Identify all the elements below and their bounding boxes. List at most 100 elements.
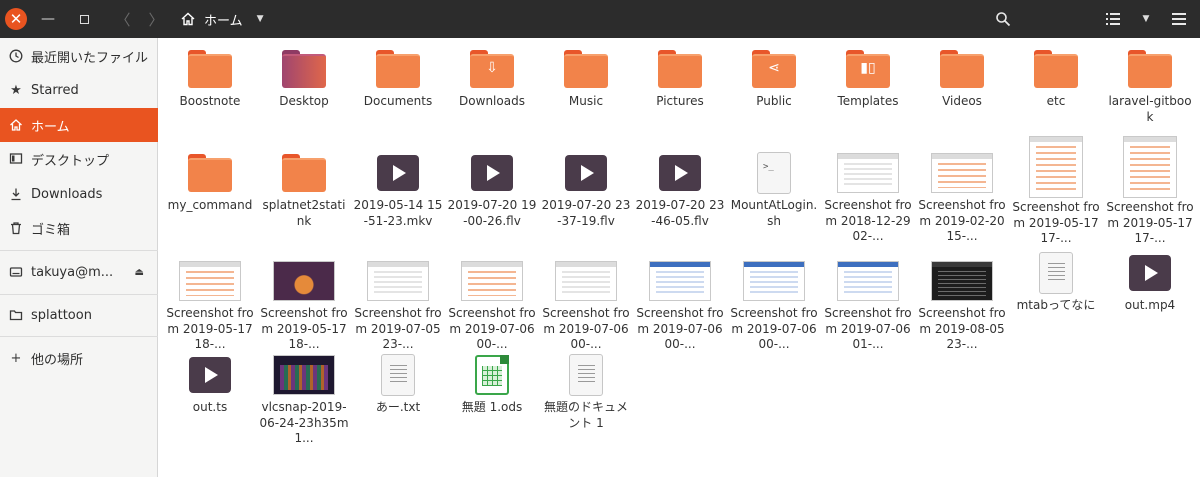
image-thumbnail-icon [273, 355, 335, 395]
file-item-document[interactable]: あー.txt [351, 346, 445, 416]
file-name: Screenshot from 2019-08-05 23-... [918, 306, 1006, 351]
file-item-screenshot[interactable]: Screenshot from 2019-07-06 00-... [633, 252, 727, 353]
close-button[interactable]: ✕ [5, 8, 27, 30]
maximize-button[interactable] [72, 0, 96, 38]
image-thumbnail-icon [367, 261, 429, 301]
hamburger-icon [1172, 13, 1186, 25]
file-item-desktop[interactable]: Desktop [257, 40, 351, 110]
file-name: Desktop [279, 94, 329, 108]
file-item-screenshot[interactable]: Screenshot from 2019-07-06 00-... [445, 252, 539, 353]
sidebar-item-label: 他の場所 [31, 352, 84, 368]
file-item-screenshot[interactable]: Screenshot from 2018-12-29 02-... [821, 144, 915, 245]
file-item-script[interactable]: >_ MountAtLogin.sh [727, 144, 821, 229]
folder-icon [188, 50, 232, 88]
location-button[interactable]: ホーム ▼ [180, 7, 264, 31]
image-thumbnail-icon [555, 261, 617, 301]
file-item-video[interactable]: 2019-07-20 19-00-26.flv [445, 144, 539, 229]
file-item-documents[interactable]: Documents [351, 40, 445, 110]
file-item-splatnet2statink[interactable]: splatnet2statink [257, 144, 351, 229]
sidebar-item-label: Starred [31, 82, 79, 98]
file-item-screenshot[interactable]: Screenshot from 2019-05-17 17-... [1103, 130, 1197, 247]
header-bar: ✕ — 〈 〉 ホーム ▼ ▼ [0, 0, 1200, 38]
image-thumbnail-icon [931, 153, 993, 193]
file-item-screenshot[interactable]: Screenshot from 2019-05-17 17-... [1009, 130, 1103, 247]
file-name: Documents [363, 94, 433, 108]
sidebar-item-drive[interactable]: takuya@m... ⏏ [0, 255, 158, 289]
back-button[interactable]: 〈 [112, 0, 134, 38]
search-icon [996, 12, 1011, 27]
sidebar-item-trash[interactable]: ゴミ箱 [0, 211, 158, 245]
folder-icon [188, 154, 232, 192]
file-item-videos[interactable]: Videos [915, 40, 1009, 110]
file-item-laravel-gitbook[interactable]: laravel-gitbook [1103, 40, 1197, 125]
menu-button[interactable] [1166, 0, 1192, 38]
image-thumbnail-icon [931, 261, 993, 301]
file-item-screenshot[interactable]: Screenshot from 2019-08-05 23-... [915, 252, 1009, 353]
download-folder-icon: ⇩ [470, 50, 514, 88]
file-name: Templates [837, 94, 899, 108]
file-item-vlcsnap[interactable]: vlcsnap-2019-06-24-23h35m1... [257, 346, 351, 447]
file-item-my-command[interactable]: my_command [163, 144, 257, 214]
file-item-video[interactable]: out.mp4 [1103, 244, 1197, 314]
file-item-screenshot[interactable]: Screenshot from 2019-07-06 00-... [539, 252, 633, 353]
sidebar-item-label: splattoon [31, 307, 92, 323]
file-item-music[interactable]: Music [539, 40, 633, 110]
file-item-etc[interactable]: etc [1009, 40, 1103, 110]
sidebar-item-recent[interactable]: 最近開いたファイル [0, 39, 158, 73]
file-name: out.ts [192, 400, 228, 414]
file-item-spreadsheet[interactable]: 無題 1.ods [445, 346, 539, 416]
sidebar-item-starred[interactable]: ★ Starred [0, 73, 158, 107]
file-item-document[interactable]: mtabってなに [1009, 244, 1103, 314]
file-item-pictures[interactable]: Pictures [633, 40, 727, 110]
file-name: Screenshot from 2018-12-29 02-... [824, 198, 912, 243]
sidebar-item-downloads[interactable]: Downloads [0, 177, 158, 211]
desktop-folder-icon [282, 50, 326, 88]
eject-icon[interactable]: ⏏ [135, 267, 144, 278]
sidebar-item-home[interactable]: ホーム [0, 108, 158, 142]
forward-button[interactable]: 〉 [145, 0, 167, 38]
file-item-screenshot[interactable]: Screenshot from 2019-07-06 00-... [727, 252, 821, 353]
file-item-screenshot[interactable]: Screenshot from 2019-05-17 18-... [257, 252, 351, 353]
view-options-button[interactable]: ▼ [1136, 0, 1156, 38]
list-view-button[interactable] [1100, 0, 1126, 38]
file-item-public[interactable]: ⋖ Public [727, 40, 821, 110]
search-button[interactable] [990, 0, 1016, 38]
file-item-screenshot[interactable]: Screenshot from 2019-05-17 18-... [163, 252, 257, 353]
file-grid: Boostnote Desktop Documents ⇩ Downloads … [159, 38, 1200, 477]
sidebar-item-other-locations[interactable]: + 他の場所 [0, 341, 158, 375]
drive-icon [8, 264, 24, 280]
file-item-templates[interactable]: ▮▯ Templates [821, 40, 915, 110]
file-name: mtabってなに [1016, 298, 1096, 312]
file-item-video[interactable]: 2019-07-20 23-46-05.flv [633, 144, 727, 229]
file-name: Screenshot from 2019-05-17 17-... [1012, 200, 1100, 245]
file-name: 無題のドキュメント 1 [543, 400, 628, 430]
sidebar-item-splattoon[interactable]: splattoon [0, 298, 158, 332]
file-item-screenshot[interactable]: Screenshot from 2019-07-06 01-... [821, 252, 915, 353]
sidebar-item-desktop[interactable]: デスクトップ [0, 142, 158, 176]
file-item-video[interactable]: out.ts [163, 346, 257, 416]
folder-icon [940, 50, 984, 88]
file-item-screenshot[interactable]: Screenshot from 2019-07-05 23-... [351, 252, 445, 353]
file-name: splatnet2statink [262, 198, 346, 228]
file-item-screenshot[interactable]: Screenshot from 2019-02-20 15-... [915, 144, 1009, 245]
file-name: 2019-07-20 23-46-05.flv [635, 198, 725, 228]
file-item-downloads[interactable]: ⇩ Downloads [445, 40, 539, 110]
file-item-video[interactable]: 2019-05-14 15-51-23.mkv [351, 144, 445, 229]
pictures-folder-icon [658, 50, 702, 88]
file-name: etc [1046, 94, 1066, 108]
file-item-boostnote[interactable]: Boostnote [163, 40, 257, 110]
sidebar-item-label: ホーム [31, 119, 70, 135]
file-name: 無題 1.ods [461, 400, 523, 414]
folder-icon [1128, 50, 1172, 88]
minimize-button[interactable]: — [36, 0, 60, 38]
trash-icon [8, 220, 24, 236]
file-name: out.mp4 [1124, 298, 1176, 312]
chevron-down-icon: ▼ [1142, 14, 1150, 24]
text-document-icon [1039, 252, 1073, 294]
share-folder-icon: ⋖ [752, 50, 796, 88]
video-icon [189, 357, 231, 393]
file-name: Screenshot from 2019-07-06 01-... [824, 306, 912, 351]
image-thumbnail-icon [1123, 136, 1177, 198]
file-item-document[interactable]: 無題のドキュメント 1 [539, 346, 633, 431]
file-item-video[interactable]: 2019-07-20 23-37-19.flv [539, 144, 633, 229]
